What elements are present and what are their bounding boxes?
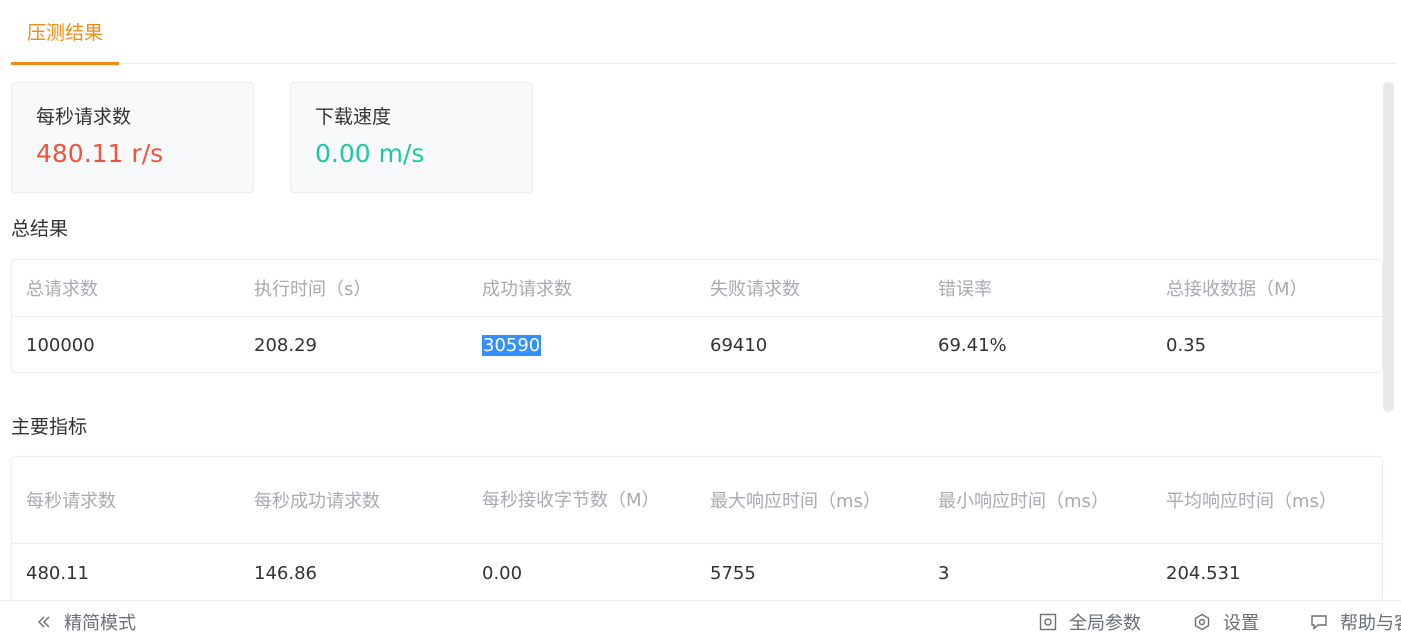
card-value: 480.11 r/s bbox=[36, 139, 164, 168]
table-cell: 0.00 bbox=[482, 562, 523, 584]
table-cell: 146.86 bbox=[254, 562, 317, 584]
card-label: 下载速度 bbox=[315, 106, 392, 128]
global-params-button[interactable]: 全局参数 bbox=[1039, 601, 1141, 642]
footer-bar: 精简模式 全局参数 设置 帮助与客服 bbox=[0, 600, 1401, 642]
card-value: 0.00 m/s bbox=[315, 139, 425, 168]
simple-mode-label: 精简模式 bbox=[64, 613, 136, 634]
metrics-title: 主要指标 bbox=[11, 416, 88, 438]
column-header: 最大响应时间（ms） bbox=[710, 491, 881, 512]
double-chevron-left-icon bbox=[36, 614, 52, 630]
metrics-table: 每秒请求数 每秒成功请求数 每秒接收字节数（M） 最大响应时间（ms） 最小响应… bbox=[11, 456, 1383, 606]
gear-box-icon bbox=[1039, 613, 1057, 631]
table-cell: 0.35 bbox=[1166, 334, 1207, 356]
requests-per-second-card: 每秒请求数 480.11 r/s bbox=[11, 82, 254, 193]
vertical-scrollbar[interactable] bbox=[1383, 82, 1394, 412]
column-header: 每秒接收字节数（M） bbox=[482, 489, 660, 511]
global-params-label: 全局参数 bbox=[1069, 613, 1141, 634]
table-cell: 204.531 bbox=[1166, 562, 1241, 584]
chat-bubble-icon bbox=[1310, 613, 1328, 631]
column-header: 错误率 bbox=[938, 279, 992, 300]
card-label: 每秒请求数 bbox=[36, 106, 132, 128]
summary-table: 总请求数 执行时间（s） 成功请求数 失败请求数 错误率 总接收数据（M） 10… bbox=[11, 259, 1383, 373]
column-header: 最小响应时间（ms） bbox=[938, 491, 1109, 512]
table-cell: 69410 bbox=[710, 334, 768, 356]
table-cell: 100000 bbox=[26, 334, 95, 356]
column-header: 每秒请求数 bbox=[26, 491, 116, 512]
column-header: 失败请求数 bbox=[710, 279, 800, 300]
table-header-row: 每秒请求数 每秒成功请求数 每秒接收字节数（M） 最大响应时间（ms） 最小响应… bbox=[12, 457, 1382, 544]
hexagon-gear-icon bbox=[1193, 613, 1211, 631]
column-header: 执行时间（s） bbox=[254, 279, 372, 300]
table-cell: 208.29 bbox=[254, 334, 317, 356]
settings-label: 设置 bbox=[1223, 613, 1259, 634]
table-header-row: 总请求数 执行时间（s） 成功请求数 失败请求数 错误率 总接收数据（M） bbox=[12, 260, 1382, 317]
tab-bar: 压测结果 bbox=[11, 0, 1396, 65]
column-header: 总接收数据（M） bbox=[1166, 279, 1308, 300]
column-header: 每秒成功请求数 bbox=[254, 491, 380, 512]
column-header: 成功请求数 bbox=[482, 279, 572, 300]
column-header: 平均响应时间（ms） bbox=[1166, 491, 1337, 512]
table-cell: 5755 bbox=[710, 562, 756, 584]
table-cell: 69.41% bbox=[938, 334, 1007, 356]
tab-load-test-results[interactable]: 压测结果 bbox=[11, 0, 119, 65]
help-label: 帮助与客服 bbox=[1340, 613, 1401, 634]
column-header: 总请求数 bbox=[26, 279, 98, 300]
table-row: 480.11 146.86 0.00 5755 3 204.531 bbox=[12, 544, 1382, 602]
simple-mode-button[interactable]: 精简模式 bbox=[36, 601, 136, 642]
download-speed-card: 下载速度 0.00 m/s bbox=[290, 82, 533, 193]
table-cell-selected: 30590 bbox=[468, 317, 696, 373]
column-header-cell: 每秒接收字节数（M） bbox=[468, 457, 696, 543]
help-button[interactable]: 帮助与客服 bbox=[1310, 601, 1401, 642]
table-cell: 3 bbox=[938, 562, 950, 584]
selected-text[interactable]: 30590 bbox=[482, 334, 542, 356]
table-cell: 480.11 bbox=[26, 562, 89, 584]
settings-button[interactable]: 设置 bbox=[1193, 601, 1259, 642]
table-row: 100000 208.29 30590 69410 69.41% 0.35 bbox=[12, 317, 1382, 373]
summary-title: 总结果 bbox=[11, 218, 69, 240]
